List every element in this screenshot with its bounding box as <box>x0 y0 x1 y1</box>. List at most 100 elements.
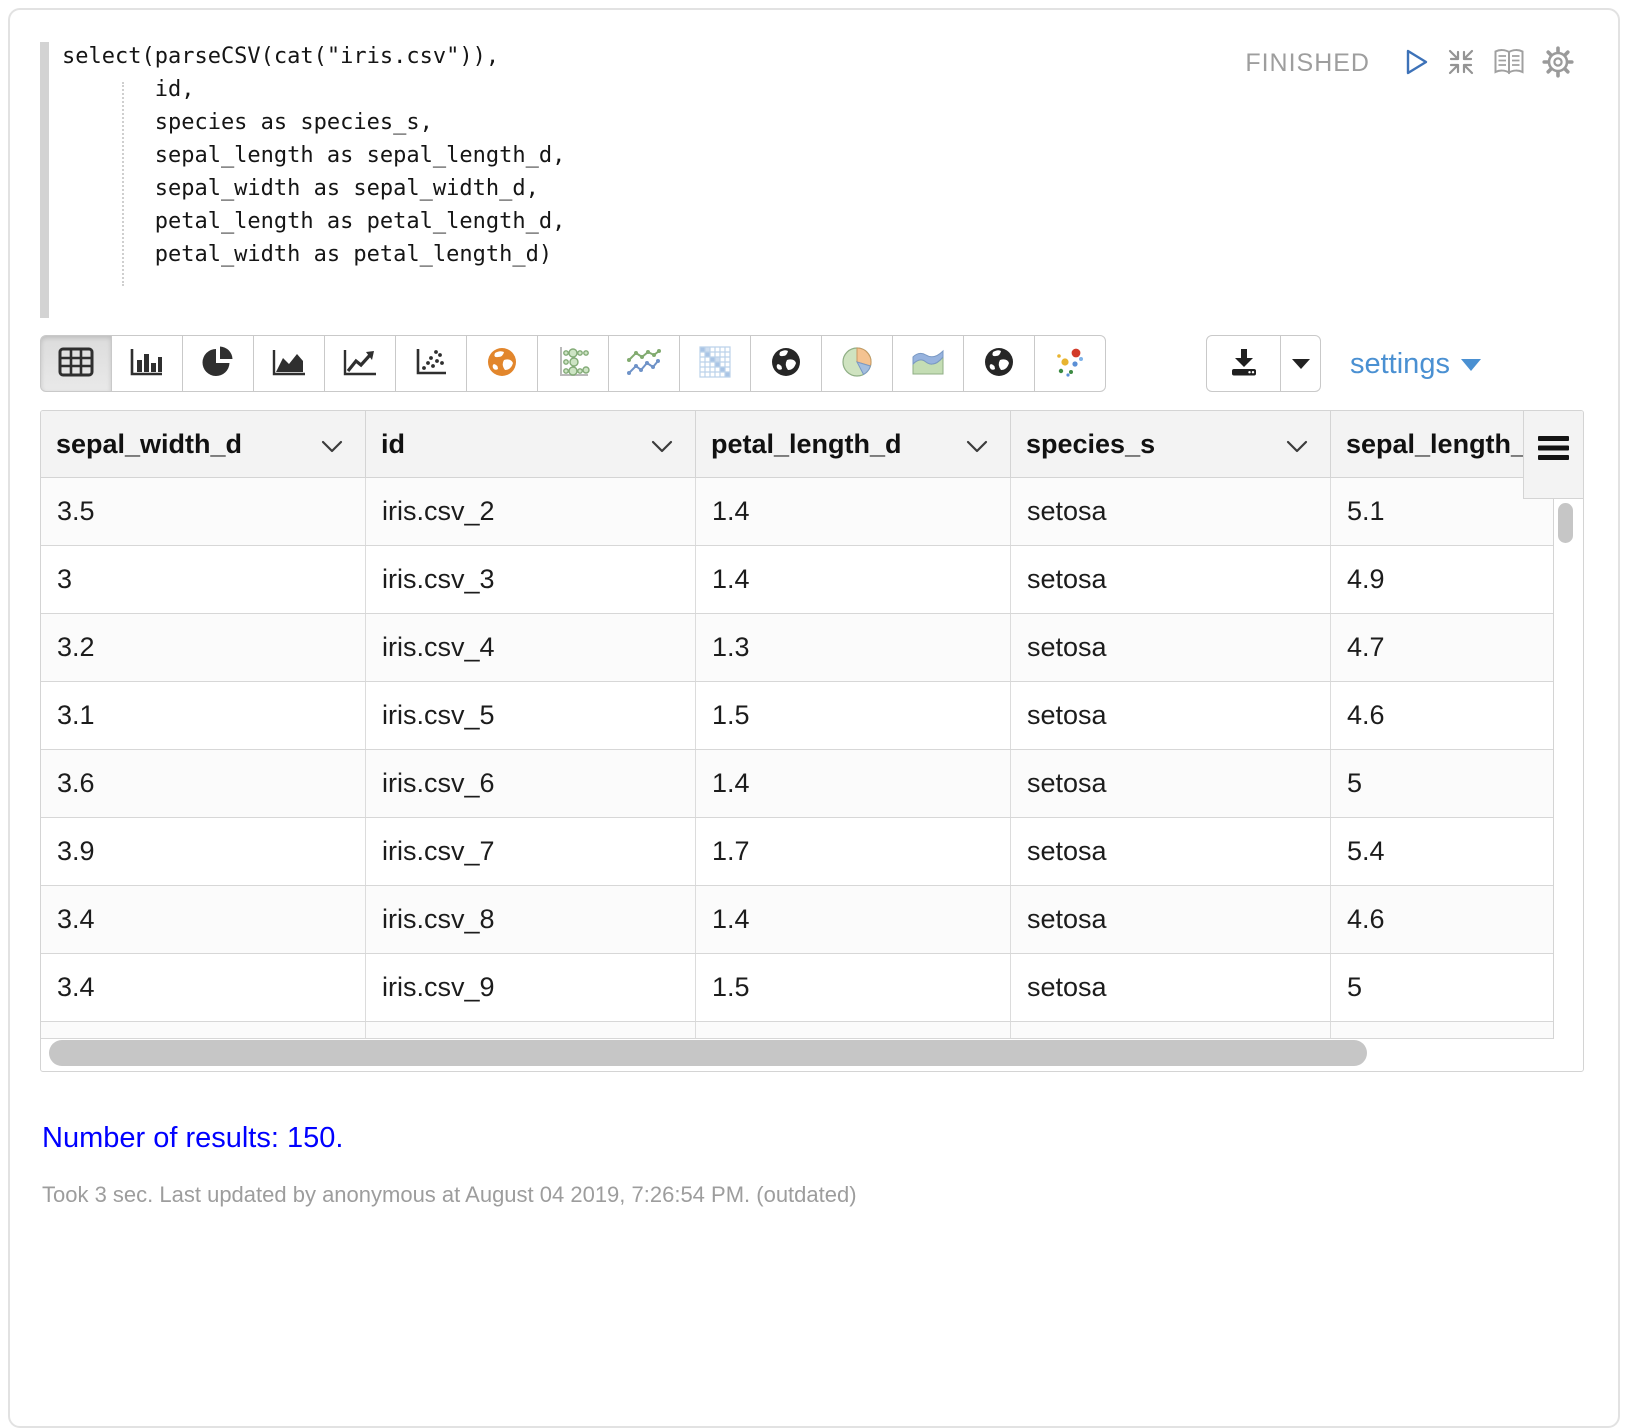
chevron-down-icon <box>651 429 673 460</box>
play-icon <box>1400 47 1430 80</box>
area-chart-icon <box>270 346 308 381</box>
column-label: id <box>381 429 405 460</box>
column-header-petal-length[interactable]: petal_length_d <box>696 411 1011 477</box>
grid-body: 3.5iris.csv_21.4setosa5.13iris.csv_31.4s… <box>41 478 1554 1039</box>
table-cell: 1.5 <box>696 954 1011 1021</box>
table-cell: 5 <box>1331 954 1553 1021</box>
table-row-partial <box>41 1022 1553 1039</box>
table-row: 3.1iris.csv_51.5setosa4.6 <box>41 682 1553 750</box>
table-cell: setosa <box>1011 818 1331 885</box>
table-cell: 1.4 <box>696 886 1011 953</box>
table-cell: 3.9 <box>41 818 366 885</box>
code-editor[interactable]: select(parseCSV(cat("iris.csv")), id, sp… <box>62 40 565 271</box>
paragraph-controls: FINISHED <box>1245 46 1574 81</box>
viz-line-chart-button[interactable] <box>324 335 396 392</box>
table-cell: setosa <box>1011 954 1331 1021</box>
table-cell: 1.4 <box>696 478 1011 545</box>
table-cell: iris.csv_6 <box>366 750 696 817</box>
table-cell: iris.csv_5 <box>366 682 696 749</box>
table-row: 3.5iris.csv_21.4setosa5.1 <box>41 478 1553 546</box>
table-cell <box>41 1022 366 1038</box>
collapse-button[interactable] <box>1446 47 1476 80</box>
table-cell: setosa <box>1011 886 1331 953</box>
table-cell: 1.5 <box>696 682 1011 749</box>
viz-stream-area-button[interactable] <box>892 335 964 392</box>
visualization-toolbar <box>40 335 1106 392</box>
grid-header-row: sepal_width_d id petal_length_d species_… <box>41 411 1525 478</box>
table-cell: 1.3 <box>696 614 1011 681</box>
table-cell: setosa <box>1011 614 1331 681</box>
table-cell: setosa <box>1011 546 1331 613</box>
globe-dark-icon <box>769 345 803 382</box>
table-cell: setosa <box>1011 682 1331 749</box>
viz-multi-line-button[interactable] <box>608 335 680 392</box>
download-button[interactable] <box>1206 335 1281 392</box>
viz-globe-dark-2-button[interactable] <box>963 335 1035 392</box>
table-cell: 3.4 <box>41 886 366 953</box>
horizontal-scrollbar[interactable] <box>49 1040 1367 1066</box>
results-grid: sepal_width_d id petal_length_d species_… <box>40 410 1584 1072</box>
viz-bubble-grid-button[interactable] <box>537 335 609 392</box>
table-row: 3iris.csv_31.4setosa4.9 <box>41 546 1553 614</box>
table-cell: iris.csv_9 <box>366 954 696 1021</box>
table-cell <box>696 1022 1011 1038</box>
map-globe-orange-icon <box>485 345 519 382</box>
viz-table-button[interactable] <box>40 335 112 392</box>
chevron-down-icon <box>966 429 988 460</box>
code-gutter-bar <box>40 42 49 318</box>
paragraph-footer: Took 3 sec. Last updated by anonymous at… <box>42 1182 857 1208</box>
scatter-plot-icon <box>412 346 450 381</box>
collapse-icon <box>1446 47 1476 80</box>
table-cell: iris.csv_4 <box>366 614 696 681</box>
table-cell: 5.4 <box>1331 818 1553 885</box>
table-cell: 1.7 <box>696 818 1011 885</box>
table-cell: 4.6 <box>1331 682 1553 749</box>
table-cell: 3.2 <box>41 614 366 681</box>
viz-globe-dark-button[interactable] <box>750 335 822 392</box>
pie-chart-icon <box>201 345 235 382</box>
paragraph-settings-button[interactable] <box>1542 46 1574 81</box>
matrix-heatmap-icon <box>698 345 732 382</box>
table-row: 3.4iris.csv_91.5setosa5 <box>41 954 1553 1022</box>
viz-area-chart-button[interactable] <box>253 335 325 392</box>
table-cell: 4.9 <box>1331 546 1553 613</box>
results-count: Number of results: 150. <box>42 1122 343 1155</box>
chevron-down-icon <box>1461 359 1481 371</box>
grid-menu-button[interactable] <box>1523 411 1583 499</box>
download-options-button[interactable] <box>1280 335 1321 392</box>
show-editor-button[interactable] <box>1492 47 1526 80</box>
viz-pie-colored-button[interactable] <box>821 335 893 392</box>
table-cell: 4.7 <box>1331 614 1553 681</box>
table-row: 3.4iris.csv_81.4setosa4.6 <box>41 886 1553 954</box>
viz-map-orange-button[interactable] <box>466 335 538 392</box>
table-cell: 3.4 <box>41 954 366 1021</box>
gear-icon <box>1542 46 1574 81</box>
column-header-sepal-length[interactable]: sepal_length_d <box>1331 411 1525 477</box>
column-header-species[interactable]: species_s <box>1011 411 1331 477</box>
vertical-scrollbar[interactable] <box>1558 503 1573 543</box>
run-button[interactable] <box>1400 47 1430 80</box>
scatter-colored-icon <box>1051 344 1089 383</box>
table-cell: iris.csv_7 <box>366 818 696 885</box>
table-cell: 5 <box>1331 750 1553 817</box>
table-row: 3.9iris.csv_71.7setosa5.4 <box>41 818 1553 886</box>
book-icon <box>1492 47 1526 80</box>
column-header-id[interactable]: id <box>366 411 696 477</box>
table-cell: 4.6 <box>1331 886 1553 953</box>
viz-scatter-plot-button[interactable] <box>395 335 467 392</box>
chevron-down-icon <box>1292 359 1310 369</box>
settings-toggle[interactable]: settings <box>1350 348 1481 381</box>
hamburger-menu-icon <box>1538 435 1569 498</box>
table-cell: 1.4 <box>696 546 1011 613</box>
line-chart-icon <box>341 346 379 381</box>
bubble-grid-icon <box>554 345 592 382</box>
viz-bar-chart-button[interactable] <box>111 335 183 392</box>
column-header-sepal-width[interactable]: sepal_width_d <box>41 411 366 477</box>
table-cell: 3.1 <box>41 682 366 749</box>
column-label: sepal_width_d <box>56 429 242 460</box>
viz-pie-chart-button[interactable] <box>182 335 254 392</box>
table-cell: setosa <box>1011 750 1331 817</box>
viz-matrix-button[interactable] <box>679 335 751 392</box>
column-label: petal_length_d <box>711 429 902 460</box>
viz-scatter-colored-button[interactable] <box>1034 335 1106 392</box>
